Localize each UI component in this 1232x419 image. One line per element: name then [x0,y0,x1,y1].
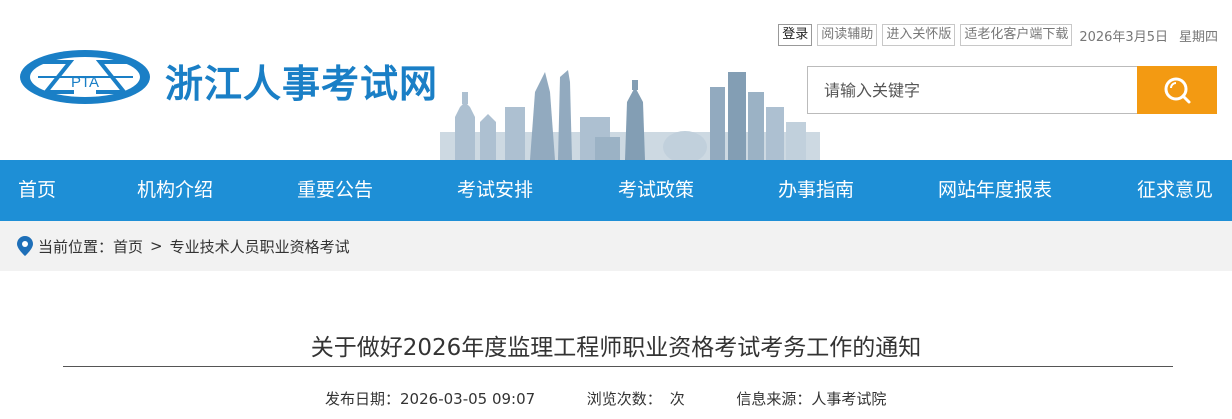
login-button[interactable]: 登录 [778,24,813,46]
nav-item-home[interactable]: 首页 [18,160,56,221]
site-title: 浙江人事考试网 [165,62,439,106]
logo-text: PTA [71,74,99,91]
search-button[interactable] [1137,66,1217,114]
reading-aid-button[interactable]: 阅读辅助 [817,24,878,46]
title-divider [63,366,1173,367]
source-label: 信息来源： [736,390,812,408]
publish-date-value: 2026-03-05 09:07 [400,390,536,408]
nav-item-feedback[interactable]: 征求意见 [1137,160,1213,221]
publish-date-label: 发布日期： [325,390,401,408]
article-meta: 发布日期：2026-03-05 09:07 浏览次数： 次 信息来源：人事考试院 [325,388,886,409]
nav-item-announcements[interactable]: 重要公告 [297,160,373,221]
search-box [807,66,1217,114]
breadcrumb-prefix: 当前位置： [38,237,114,256]
location-pin-icon [17,236,33,256]
nav-item-about[interactable]: 机构介绍 [137,160,213,221]
current-date: 2026年3月5日 [1079,29,1168,45]
nav-item-service-guide[interactable]: 办事指南 [778,160,854,221]
breadcrumb: 当前位置： 首页 > 专业技术人员职业资格考试 [0,221,1232,271]
city-skyline-icon [440,70,820,160]
breadcrumb-current-link[interactable]: 专业技术人员职业资格考试 [170,236,350,257]
site-header: 登录 阅读辅助 进入关怀版 适老化客户端下载 2026年3月5日 星期四 PTA… [0,0,1232,160]
top-utility-bar: 登录 阅读辅助 进入关怀版 适老化客户端下载 2026年3月5日 星期四 [778,24,1218,46]
search-input[interactable] [807,66,1137,114]
nav-item-annual-report[interactable]: 网站年度报表 [938,160,1052,221]
source-value: 人事考试院 [811,390,887,408]
breadcrumb-home-link[interactable]: 首页 [113,236,143,257]
care-version-button[interactable]: 进入关怀版 [882,24,956,46]
article-title: 关于做好2026年度监理工程师职业资格考试考务工作的通知 [310,335,922,361]
nav-item-exam-policy[interactable]: 考试政策 [618,160,694,221]
search-icon [1164,77,1191,104]
views-label: 浏览次数： [586,390,662,408]
elderly-client-download-button[interactable]: 适老化客户端下载 [960,24,1073,46]
pta-logo-icon[interactable]: PTA [18,48,153,106]
views-unit: 次 [669,390,685,408]
nav-item-exam-schedule[interactable]: 考试安排 [457,160,533,221]
main-navigation: 首页 机构介绍 重要公告 考试安排 考试政策 办事指南 网站年度报表 征求意见 [0,160,1232,221]
breadcrumb-separator: > [150,237,163,255]
current-weekday: 星期四 [1178,29,1218,45]
